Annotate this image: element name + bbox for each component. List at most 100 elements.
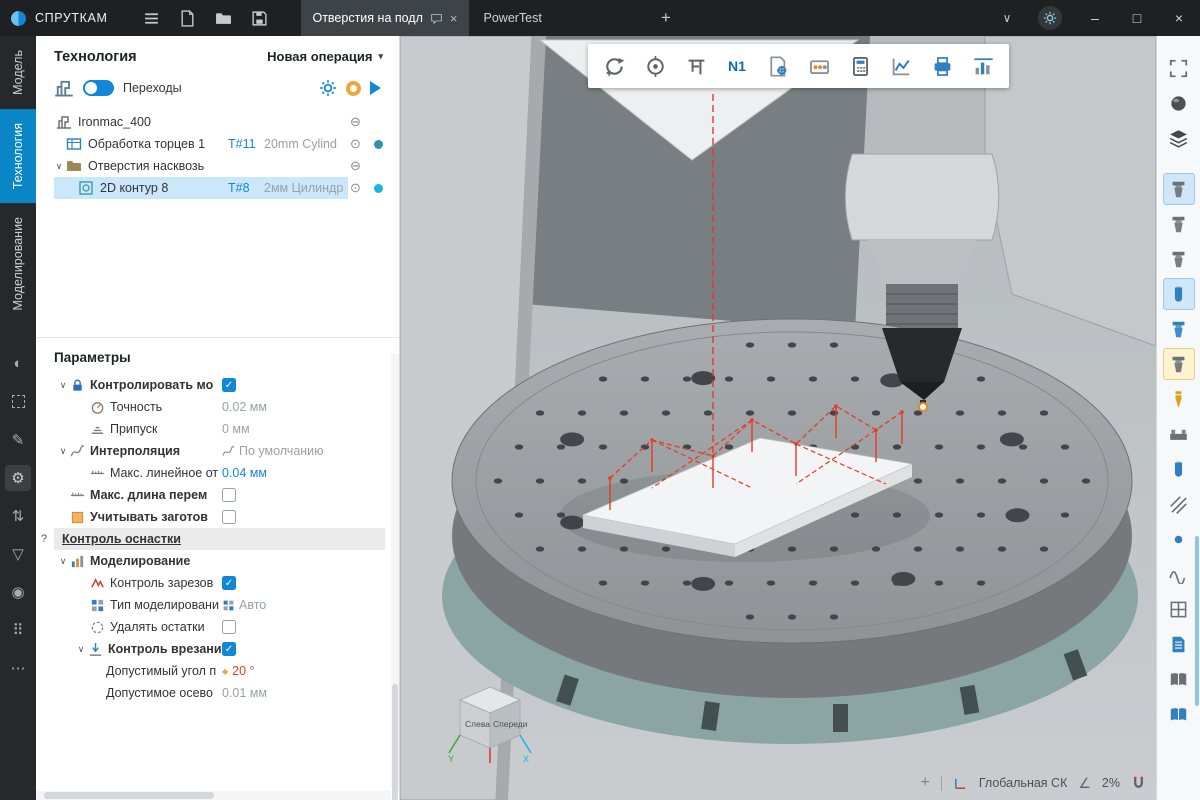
new-project-button[interactable] <box>169 0 205 36</box>
spring-curve-button[interactable] <box>1163 558 1195 590</box>
settings-button[interactable] <box>1038 6 1062 30</box>
tool-holder-button-1[interactable] <box>1163 173 1195 205</box>
layers-button[interactable] <box>1163 122 1195 154</box>
operation-settings-gear-icon[interactable] <box>319 79 337 97</box>
add-csys-icon[interactable]: + <box>921 774 930 792</box>
measure-button[interactable] <box>677 48 715 84</box>
rail-tab-simulation[interactable]: Моделирование <box>0 203 36 325</box>
checkbox-unchecked[interactable] <box>222 488 236 502</box>
param-value[interactable]: 0.02 мм <box>222 400 267 414</box>
tree-row-operation[interactable]: Обработка торцев 1 T#11 20mm Cylind ⊙ <box>36 133 399 155</box>
minimize-button[interactable]: – <box>1074 0 1116 36</box>
recalculate-icon[interactable] <box>346 81 361 96</box>
param-row-allowed-angle[interactable]: Допустимый угол п ◆20 ° <box>36 660 399 682</box>
rotate-copy-button[interactable] <box>595 48 633 84</box>
open-project-button[interactable] <box>205 0 241 36</box>
param-row-tolerance[interactable]: Точность 0.02 мм <box>36 396 399 418</box>
calculator-button[interactable] <box>841 48 879 84</box>
main-menu-button[interactable] <box>133 0 169 36</box>
param-row-simulation[interactable]: ∨ Моделирование <box>36 550 399 572</box>
checkbox-unchecked[interactable] <box>222 510 236 524</box>
new-tab-button[interactable]: + <box>649 0 683 36</box>
tree-row-machine[interactable]: Ironmac_400 ⊖ <box>36 111 399 133</box>
param-row-interpolation[interactable]: ∨ Интерполяция По умолчанию <box>36 440 399 462</box>
param-row-max-deviation[interactable]: Макс. линейное от 0.04 мм <box>36 462 399 484</box>
collapse-badge-icon[interactable]: ⊖ <box>350 158 361 174</box>
rail-tab-model[interactable]: Модель <box>0 36 36 109</box>
zoom-frame-button[interactable] <box>1163 52 1195 84</box>
checkbox-checked[interactable]: ✓ <box>222 576 236 590</box>
statistics-button[interactable] <box>964 48 1002 84</box>
grip-icon[interactable]: ⠿ <box>5 617 31 643</box>
param-value[interactable]: 0 мм <box>222 422 250 436</box>
param-row-allowance[interactable]: Припуск 0 мм <box>36 418 399 440</box>
point-button[interactable] <box>1163 523 1195 555</box>
project-tab-active[interactable]: Отверстия на подл × <box>301 0 468 36</box>
tool-holder-active-button[interactable] <box>1163 348 1195 380</box>
close-tab-icon[interactable]: × <box>450 11 458 26</box>
shaded-sphere-icon[interactable]: ◐ <box>5 351 31 377</box>
draft-pencil-icon[interactable]: ✎ <box>5 427 31 453</box>
csys-label[interactable]: Глобальная СК <box>979 776 1068 790</box>
maximize-button[interactable]: □ <box>1116 0 1158 36</box>
param-value[interactable]: По умолчанию <box>222 444 324 458</box>
transitions-toggle[interactable] <box>83 80 114 96</box>
param-row-plunge-control[interactable]: ∨ Контроль врезани ✓ <box>36 638 399 660</box>
checkbox-checked[interactable]: ✓ <box>222 642 236 656</box>
view-cube[interactable]: Слева Спереди Y X <box>446 678 534 766</box>
param-row-use-stock[interactable]: Учитывать заготов <box>36 506 399 528</box>
tree-row-operation-selected[interactable]: 2D контур 8 T#8 2мм Цилиндр ⊙ <box>36 177 399 199</box>
radio-badge-icon[interactable]: ⊙ <box>350 136 361 152</box>
param-value[interactable]: 0.01 мм <box>222 686 267 700</box>
param-row-remove-residue[interactable]: Удалять остатки <box>36 616 399 638</box>
checkbox-checked[interactable]: ✓ <box>222 378 236 392</box>
chevron-down-icon[interactable]: ∨ <box>52 161 66 172</box>
param-row-sim-type[interactable]: Тип моделировани Авто <box>36 594 399 616</box>
project-tab[interactable]: PowerTest <box>473 0 553 36</box>
zoom-level[interactable]: 2% <box>1102 776 1120 790</box>
radio-badge-icon[interactable]: ⊙ <box>350 180 361 196</box>
panel-vertical-scrollbar[interactable] <box>391 354 399 788</box>
param-value[interactable]: 0.04 мм <box>222 466 267 480</box>
filter-icon[interactable]: ▽ <box>5 541 31 567</box>
nc-program-button[interactable]: N1 <box>718 48 756 84</box>
document-pages-button[interactable] <box>1163 628 1195 660</box>
rail-tab-technology[interactable]: Технология <box>0 109 36 203</box>
tree-row-group[interactable]: ∨ Отверстия насквозь ⊖ <box>36 155 399 177</box>
more-icon[interactable]: ⋯ <box>5 655 31 681</box>
close-button[interactable]: × <box>1158 0 1200 36</box>
param-row-fixture-control[interactable]: ? Контроль оснастки <box>54 528 385 550</box>
param-row-gouge-check[interactable]: Контроль зарезов ✓ <box>36 572 399 594</box>
machine-output-button[interactable] <box>923 48 961 84</box>
panel-horizontal-scrollbar[interactable] <box>36 791 391 800</box>
param-row-max-length[interactable]: Макс. длина перем <box>36 484 399 506</box>
shaded-view-button[interactable] <box>1163 87 1195 119</box>
cylinder-tool-button[interactable] <box>1163 278 1195 310</box>
mesh-box-icon[interactable] <box>5 389 31 415</box>
param-value[interactable]: ◆20 ° <box>222 664 255 678</box>
tool-assembly-button[interactable] <box>1163 453 1195 485</box>
hatch-section-button[interactable] <box>1163 488 1195 520</box>
postprocess-button[interactable] <box>759 48 797 84</box>
tool-holder-button-3[interactable] <box>1163 243 1195 275</box>
probe-center-button[interactable] <box>636 48 674 84</box>
checkbox-unchecked[interactable] <box>222 620 236 634</box>
handbook-blue-button[interactable] <box>1163 698 1195 730</box>
angle-measure-icon[interactable]: ∠ <box>1078 775 1091 792</box>
settings-gear-icon[interactable]: ⚙ <box>5 465 31 491</box>
run-simulation-button[interactable] <box>370 81 381 95</box>
magnet-snap-icon[interactable] <box>1131 776 1146 791</box>
help-icon[interactable]: ? <box>41 533 47 545</box>
param-row-allowed-axial[interactable]: Допустимое осево 0.01 мм <box>36 682 399 704</box>
tool-magazine-button[interactable] <box>800 48 838 84</box>
chevron-down-icon[interactable]: ∨ <box>56 556 70 567</box>
chevron-down-icon[interactable]: ∨ <box>56 446 70 457</box>
chevron-down-icon[interactable]: ∨ <box>74 644 88 655</box>
titlebar-dropdown-button[interactable]: ∨ <box>988 0 1026 36</box>
param-value[interactable]: Авто <box>222 598 266 612</box>
viewport-3d[interactable]: N1 Слева Спереди Y X <box>400 36 1156 800</box>
collapse-badge-icon[interactable]: ⊖ <box>350 114 361 130</box>
chevron-down-icon[interactable]: ∨ <box>56 380 70 391</box>
toolbar-scrollbar[interactable] <box>1195 536 1199 706</box>
drill-bit-button[interactable] <box>1163 383 1195 415</box>
